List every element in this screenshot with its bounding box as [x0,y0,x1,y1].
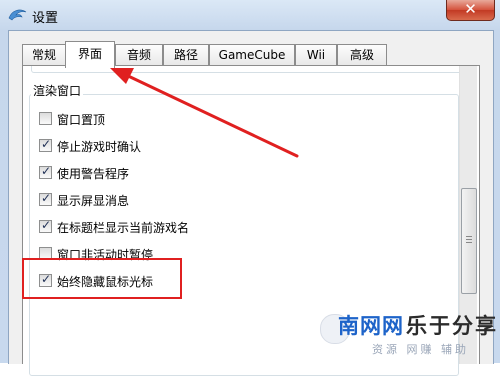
option-label: 使用警告程序 [57,167,130,181]
watermark-brand: 南网网 [338,314,404,338]
checkbox[interactable]: ✓ [39,218,52,233]
tab-advanced[interactable]: 高级 [337,44,387,66]
check-mark-icon: ✓ [41,191,52,205]
option-label: 停止游戏时确认 [57,140,142,154]
tab-interface[interactable]: 界面 [65,41,115,68]
watermark-slogan: 乐于分享 [406,314,498,338]
option-label: 显示屏显消息 [57,194,130,208]
highlight-box [22,258,182,299]
close-button[interactable]: ✕ [446,0,495,21]
grip-line [466,242,472,243]
check-mark-icon: ✓ [41,218,52,232]
checkbox[interactable]: ✓ [39,164,52,179]
grip-line [466,239,472,240]
checkbox[interactable] [39,112,52,125]
dolphin-app-icon [8,9,27,21]
title-bar[interactable]: 设置 ✕ [0,0,500,30]
check-mark-icon: ✓ [41,164,52,178]
tab-audio[interactable]: 音频 [115,44,163,66]
option-label: 在标题栏显示当前游戏名 [57,221,190,235]
scrollbar-thumb[interactable] [461,188,477,294]
checkbox[interactable]: ✓ [39,137,52,152]
option-label: 窗口置顶 [57,113,106,127]
grip-line [466,236,472,237]
window-title: 设置 [32,11,59,26]
tab-gamecube[interactable]: GameCube [209,44,295,66]
watermark-tagline: 资源 网赚 辅助 [372,343,469,356]
check-mark-icon: ✓ [41,137,52,151]
tab-wii[interactable]: Wii [295,44,337,66]
checkbox[interactable]: ✓ [39,191,52,206]
tab-general[interactable]: 常规 [22,44,66,66]
tab-paths[interactable]: 路径 [163,44,209,66]
watermark: 南网网 乐于分享 资源 网赚 辅助 [316,308,500,363]
render-window-group-title: 渲染窗口 [31,82,84,99]
